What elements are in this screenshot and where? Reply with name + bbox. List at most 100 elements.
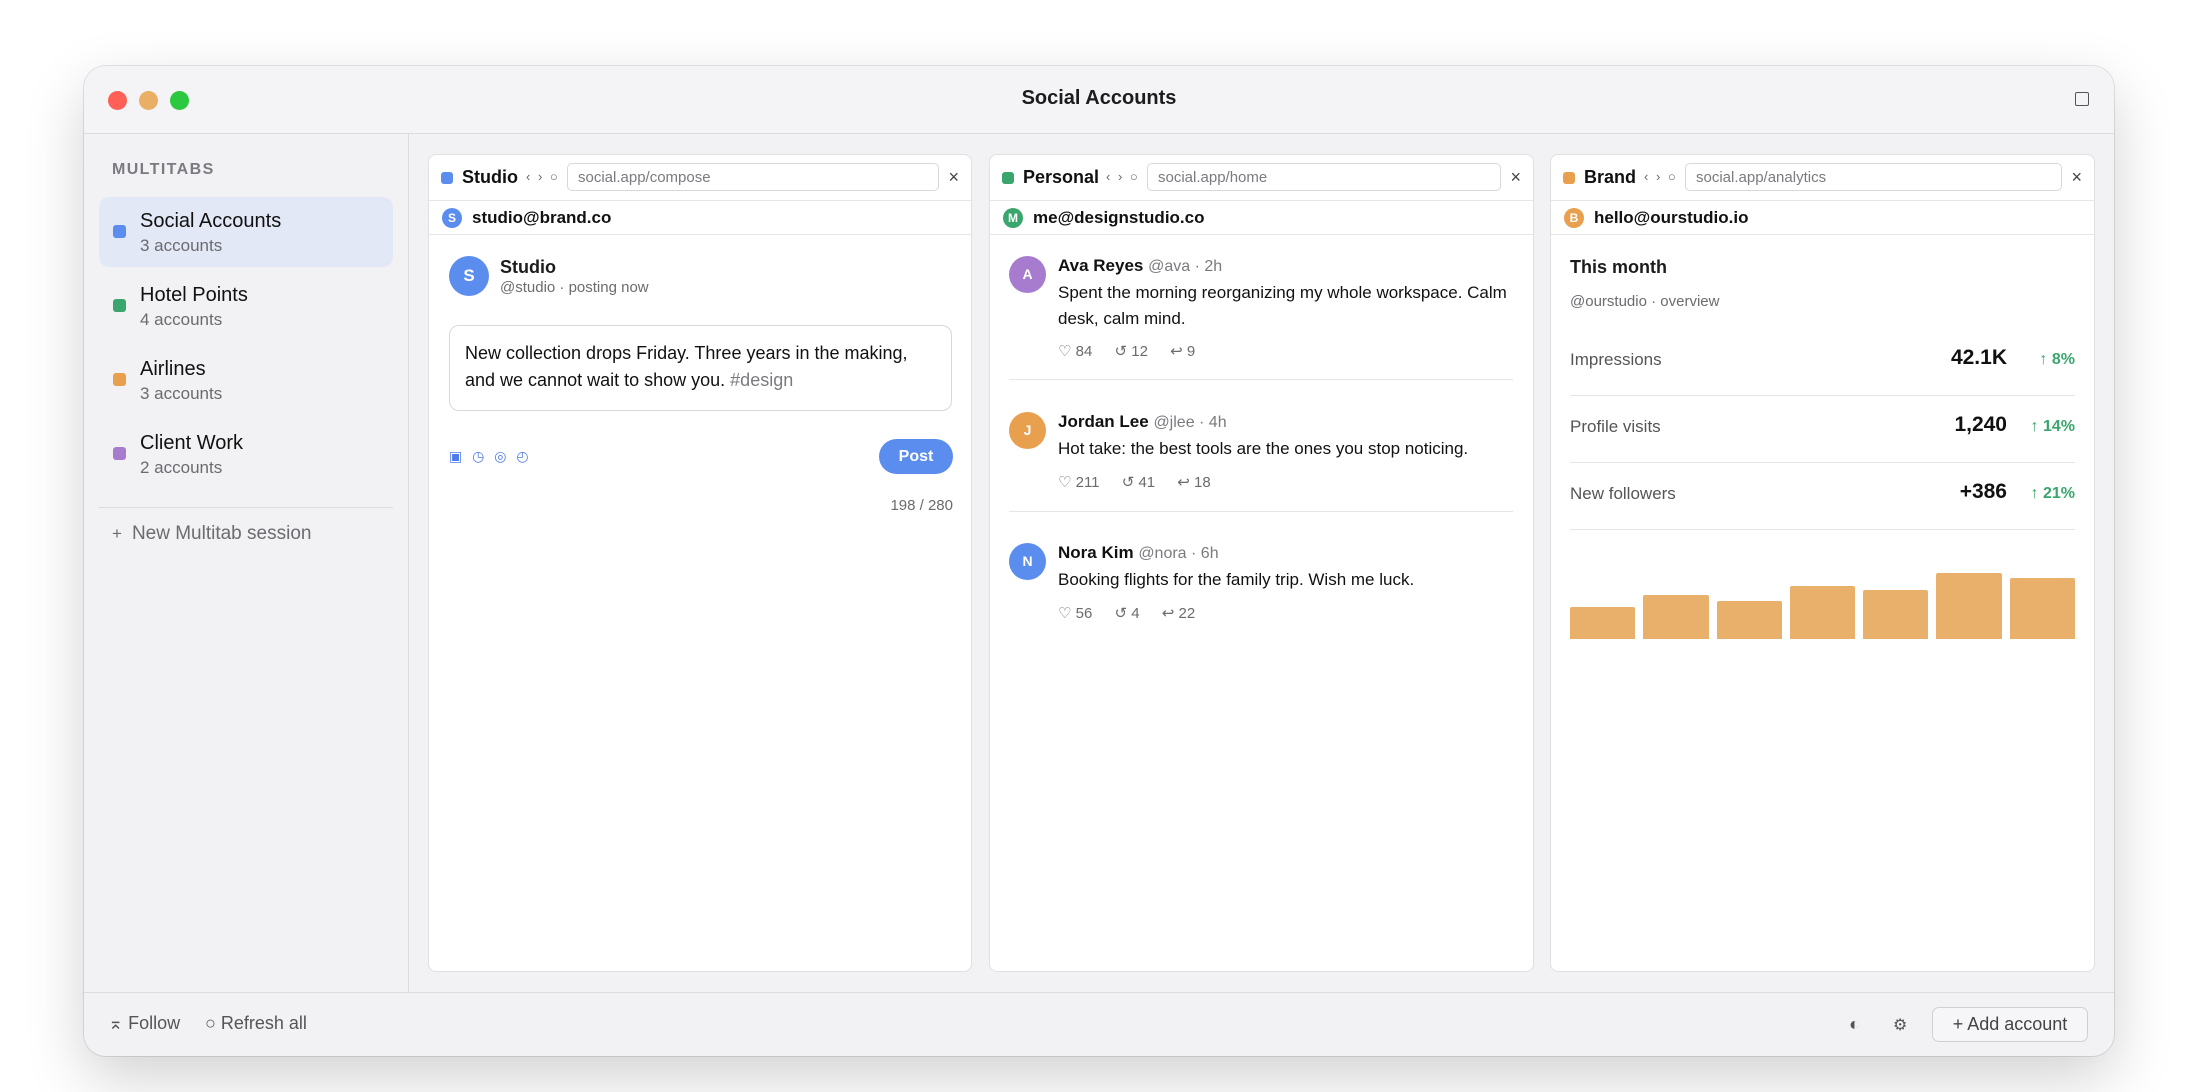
- nav-arrows-icon[interactable]: ‹ › ○: [1106, 169, 1140, 184]
- reply-count[interactable]: ↩ 22: [1162, 605, 1195, 622]
- activity-bar: [1863, 590, 1929, 639]
- close-pane-icon[interactable]: ×: [1510, 167, 1521, 188]
- post-stats: ♡ 211 ↺ 41 ↩ 18: [1058, 473, 1229, 491]
- post-stats: ♡ 84 ↺ 12 ↩ 9: [1058, 342, 1213, 360]
- avatar: A: [1009, 256, 1046, 293]
- feed-post[interactable]: J Jordan Lee @jlee · 4h Hot take: the be…: [990, 412, 1533, 512]
- sidebar-item-hotel-points[interactable]: Hotel Points 4 accounts: [99, 271, 393, 341]
- pane-name: Brand: [1584, 167, 1637, 187]
- feed-post[interactable]: A Ava Reyes @ava · 2h Spent the morning …: [990, 256, 1533, 376]
- compose-text: New collection drops Friday. Three years…: [465, 343, 908, 390]
- analytics-title: This month: [1570, 257, 1667, 277]
- close-pane-icon[interactable]: ×: [948, 167, 959, 188]
- pane-toolbar: Brand ‹ › ○ social.app/analytics ×: [1551, 155, 2094, 201]
- follow-button[interactable]: ⌅ Follow: [108, 1013, 180, 1034]
- session-color-dot: [113, 373, 126, 386]
- activity-bar: [1716, 601, 1782, 639]
- metric-value: 42.1K: [1950, 346, 2007, 369]
- post-meta: @jlee · 4h: [1153, 414, 1227, 431]
- metric-new-followers: New followers +386 ↑ 21%: [1570, 464, 2075, 530]
- session-color-dot: [113, 299, 126, 312]
- metric-value: 1,240: [1954, 413, 2007, 436]
- close-pane-icon[interactable]: ×: [2071, 167, 2082, 188]
- pane-studio: Studio ‹ › ○ social.app/compose × S stud…: [428, 154, 972, 972]
- activity-bar-chart: [1570, 569, 2075, 639]
- repost-count[interactable]: ↺ 4: [1114, 605, 1139, 622]
- url-field[interactable]: social.app/analytics: [1685, 163, 2062, 191]
- session-count: 2 accounts: [140, 458, 223, 477]
- post-meta: @ava · 2h: [1148, 258, 1223, 275]
- like-count[interactable]: ♡ 211: [1058, 474, 1100, 491]
- expand-icon[interactable]: [2075, 92, 2089, 106]
- account-row: S studio@brand.co: [429, 201, 971, 235]
- post-header: Nora Kim @nora · 6h: [1058, 543, 1219, 563]
- activity-bar: [1643, 594, 1709, 639]
- post-author: Ava Reyes: [1058, 256, 1144, 275]
- pane-toolbar: Personal ‹ › ○ social.app/home ×: [990, 155, 1533, 201]
- post-author: Jordan Lee: [1058, 412, 1149, 431]
- activity-bar: [1936, 573, 2002, 639]
- metric-label: New followers: [1570, 484, 1676, 503]
- session-name: Social Accounts: [140, 210, 282, 232]
- activity-bar: [1789, 585, 1856, 639]
- account-email: studio@brand.co: [472, 208, 612, 227]
- metric-label: Impressions: [1570, 350, 1662, 369]
- like-count[interactable]: ♡ 84: [1058, 343, 1092, 360]
- sidebar-heading: MULTITABS: [112, 161, 215, 178]
- account-row: B hello@ourstudio.io: [1551, 201, 2094, 235]
- reply-count[interactable]: ↩ 18: [1177, 474, 1210, 491]
- session-name: Hotel Points: [140, 284, 248, 306]
- sidebar-item-airlines[interactable]: Airlines 3 accounts: [99, 345, 393, 415]
- feed-post[interactable]: N Nora Kim @nora · 6h Booking flights fo…: [990, 543, 1533, 643]
- compose-textarea[interactable]: New collection drops Friday. Three years…: [449, 325, 952, 411]
- account-badge: S: [442, 208, 462, 228]
- compose-tools-icons[interactable]: ▣ ◷ ◎ ◴: [449, 448, 532, 465]
- avatar: S: [449, 256, 489, 296]
- account-email: me@designstudio.co: [1033, 208, 1205, 227]
- nav-arrows-icon[interactable]: ‹ › ○: [526, 169, 560, 184]
- session-count: 4 accounts: [140, 310, 223, 329]
- sidebar-item-client-work[interactable]: Client Work 2 accounts: [99, 419, 393, 489]
- pane-name: Personal: [1023, 167, 1100, 187]
- gear-icon[interactable]: ⚙: [1893, 1015, 1907, 1035]
- new-session-label: New Multitab session: [131, 523, 312, 544]
- metric-delta: ↑ 21%: [2030, 485, 2075, 502]
- post-stats: ♡ 56 ↺ 4 ↩ 22: [1058, 604, 1213, 622]
- compose-hashtag: #design: [730, 370, 794, 390]
- url-field[interactable]: social.app/home: [1147, 163, 1501, 191]
- reply-count[interactable]: ↩ 9: [1170, 343, 1195, 360]
- app-window: Social Accounts MULTITABS Social Account…: [84, 66, 2114, 1056]
- like-count[interactable]: ♡ 56: [1058, 605, 1092, 622]
- title-bar: Social Accounts: [84, 66, 2114, 134]
- avatar: J: [1009, 412, 1046, 449]
- metric-delta: ↑ 14%: [2030, 418, 2075, 435]
- window-title: Social Accounts: [1021, 87, 1177, 109]
- metric-impressions: Impressions 42.1K ↑ 8%: [1570, 330, 2075, 396]
- session-color-dot: [113, 225, 126, 238]
- sidebar-divider: [99, 507, 393, 508]
- footer-bar: ⌅ Follow ○ Refresh all ◐ ⚙ + Add account: [84, 992, 2114, 1056]
- character-counter: 198 / 280: [890, 497, 953, 514]
- add-account-button[interactable]: + Add account: [1932, 1007, 2088, 1042]
- pane-name: Studio: [462, 167, 518, 187]
- nav-arrows-icon[interactable]: ‹ › ○: [1644, 169, 1678, 184]
- contrast-icon[interactable]: ◐: [1849, 1014, 1860, 1035]
- post-button[interactable]: Post: [879, 439, 953, 474]
- repost-count[interactable]: ↺ 12: [1114, 343, 1147, 360]
- sidebar-item-social-accounts[interactable]: Social Accounts 3 accounts: [99, 197, 393, 267]
- post-text: Hot take: the best tools are the ones yo…: [1058, 439, 1469, 458]
- post-header: Ava Reyes @ava · 2h: [1058, 256, 1222, 276]
- url-field[interactable]: social.app/compose: [567, 163, 939, 191]
- session-count: 3 accounts: [140, 236, 223, 255]
- new-session-button[interactable]: + New Multitab session: [112, 523, 311, 545]
- repost-count[interactable]: ↺ 41: [1122, 474, 1155, 491]
- sidebar: MULTITABS Social Accounts 3 accounts Hot…: [84, 134, 409, 992]
- pane-color-dot: [1002, 172, 1014, 184]
- activity-bar: [1570, 606, 1636, 639]
- analytics-subtitle: @ourstudio · overview: [1570, 293, 1720, 310]
- compose-name: Studio: [500, 257, 556, 277]
- refresh-all-button[interactable]: ○ Refresh all: [205, 1013, 307, 1034]
- session-name: Client Work: [140, 432, 243, 454]
- post-meta: @nora · 6h: [1138, 545, 1219, 562]
- pane-brand: Brand ‹ › ○ social.app/analytics × B hel…: [1550, 154, 2095, 972]
